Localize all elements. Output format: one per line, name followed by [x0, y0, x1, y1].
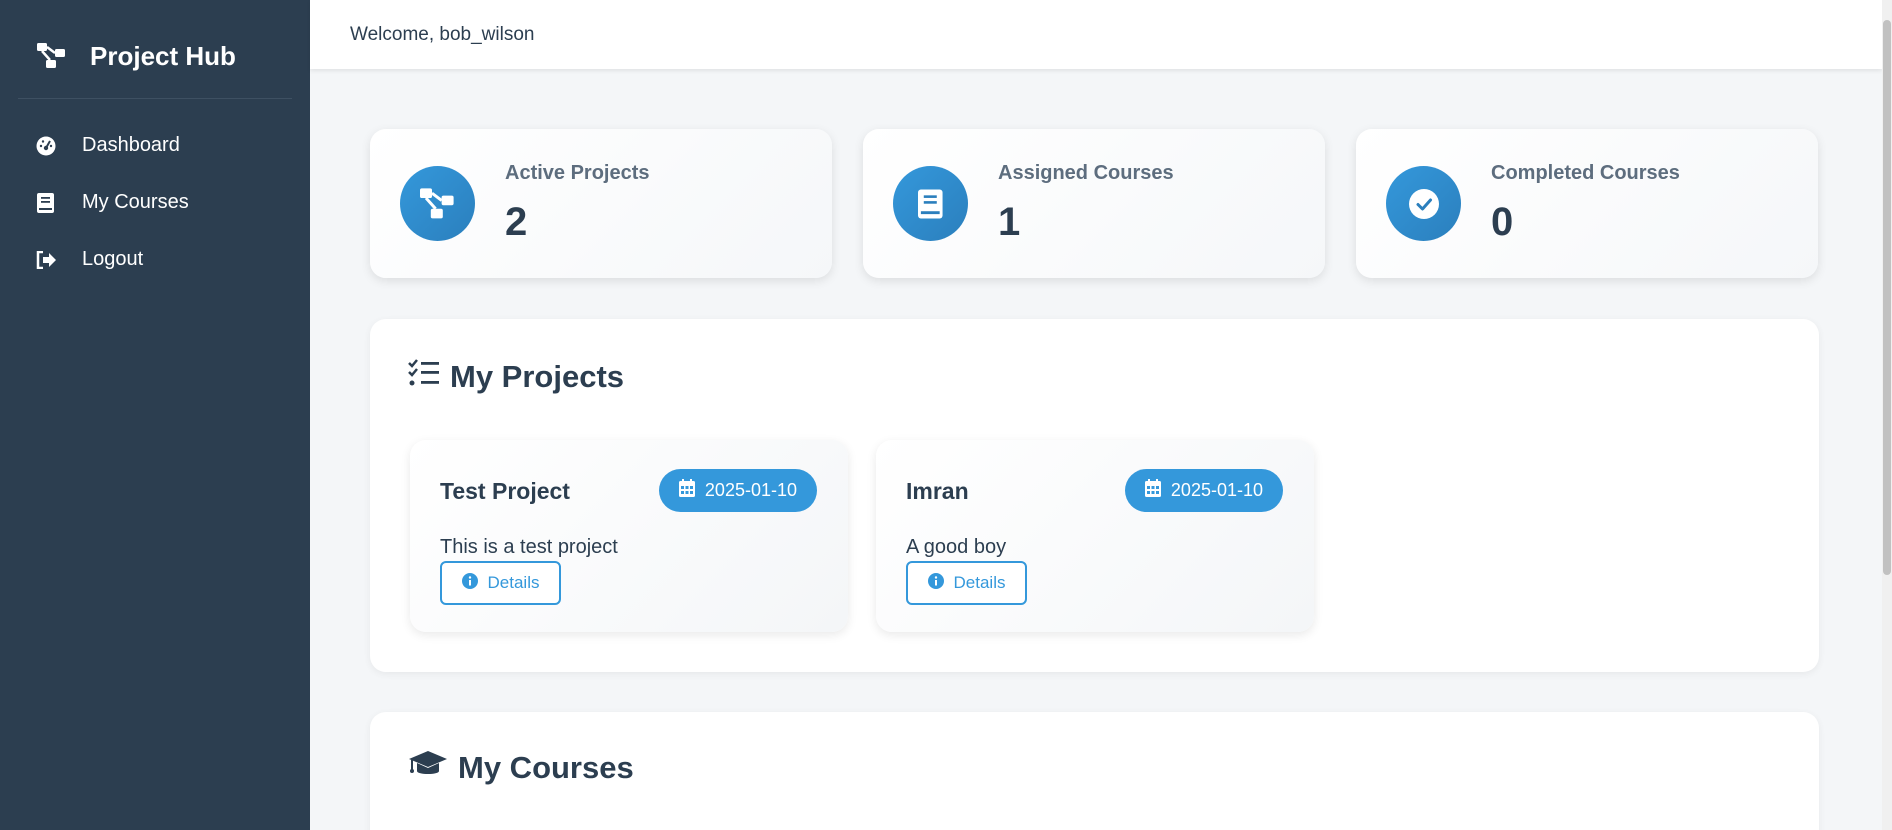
sign-out-icon: [36, 250, 56, 270]
check-circle-icon: [1386, 166, 1461, 241]
details-label: Details: [487, 573, 540, 592]
book-icon: [36, 192, 56, 213]
brand-title: Project Hub: [90, 40, 236, 71]
page-title: My Courses: [458, 750, 634, 785]
sidebar: Project Hub Dashboard My Courses Logout: [0, 0, 310, 830]
project-diagram-icon: [36, 40, 68, 72]
info-icon: [461, 572, 478, 594]
sidebar-item-label: My Courses: [82, 191, 189, 213]
stat-label: Assigned Courses: [998, 162, 1174, 184]
tachometer-icon: [36, 136, 56, 156]
project-description: This is a test project: [440, 536, 618, 558]
project-card: Test Project 2025-01-10 This is a test p…: [410, 440, 848, 632]
project-card: Imran 2025-01-10 A good boy Details: [876, 440, 1314, 632]
stat-label: Completed Courses: [1491, 162, 1680, 184]
date-badge: 2025-01-10: [1124, 469, 1283, 512]
welcome-text: Welcome, bob_wilson: [350, 23, 535, 45]
stat-card-active-projects: Active Projects 2: [370, 129, 832, 278]
project-diagram-icon: [400, 166, 475, 241]
project-name: Imran: [906, 478, 969, 504]
sidebar-nav: Dashboard My Courses Logout: [0, 117, 310, 288]
project-description: A good boy: [906, 536, 1007, 558]
courses-panel: My Courses: [370, 712, 1819, 830]
details-label: Details: [953, 573, 1006, 592]
sidebar-item-label: Logout: [82, 248, 144, 270]
projects-panel: My Projects Test Project 2025-01-10 This…: [370, 319, 1819, 672]
details-button[interactable]: Details: [440, 561, 561, 605]
project-date: 2025-01-10: [1170, 480, 1263, 500]
stat-card-assigned-courses: Assigned Courses 1: [863, 129, 1325, 278]
stat-value: 1: [998, 200, 1021, 244]
graduation-cap-icon: [408, 750, 448, 786]
stat-value: 0: [1491, 200, 1514, 244]
details-button[interactable]: Details: [906, 561, 1027, 605]
sidebar-item-logout[interactable]: Logout: [0, 231, 310, 288]
tasks-icon: [408, 359, 440, 395]
project-date: 2025-01-10: [704, 480, 797, 500]
book-icon: [893, 166, 968, 241]
info-icon: [927, 572, 944, 594]
calendar-icon: [1144, 479, 1161, 502]
sidebar-item-label: Dashboard: [82, 134, 180, 156]
project-name: Test Project: [440, 478, 570, 504]
brand[interactable]: Project Hub: [18, 0, 292, 99]
date-badge: 2025-01-10: [658, 469, 817, 512]
calendar-icon: [678, 479, 695, 502]
top-bar: Welcome, bob_wilson: [310, 0, 1882, 69]
scrollbar[interactable]: [1882, 0, 1892, 830]
stat-card-completed-courses: Completed Courses 0: [1356, 129, 1818, 278]
section-title: My Courses: [408, 750, 634, 786]
section-title: My Projects: [408, 359, 624, 395]
stat-label: Active Projects: [505, 162, 650, 184]
sidebar-item-my-courses[interactable]: My Courses: [0, 174, 310, 231]
page-title: My Projects: [450, 359, 625, 394]
scrollbar-thumb[interactable]: [1883, 20, 1891, 575]
stat-value: 2: [505, 200, 528, 244]
sidebar-item-dashboard[interactable]: Dashboard: [0, 117, 310, 174]
